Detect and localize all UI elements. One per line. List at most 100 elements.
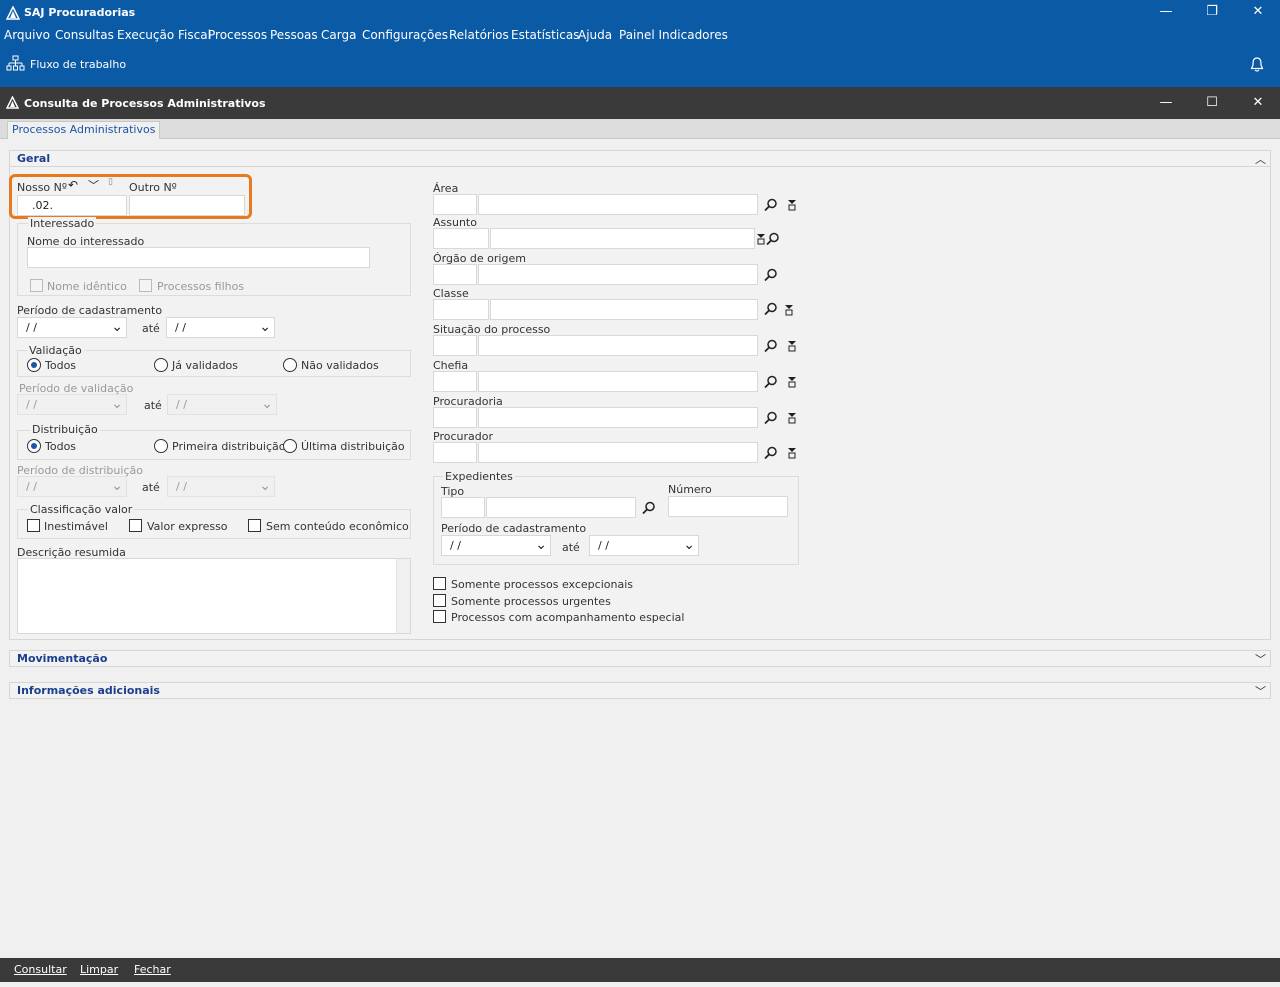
menu-carga[interactable]: Carga <box>321 28 356 42</box>
fechar-button[interactable]: Fechar <box>134 963 171 976</box>
tipo-desc-input[interactable] <box>486 497 636 518</box>
procuradoria-desc-input[interactable] <box>478 407 758 428</box>
menu-pessoas[interactable]: Pessoas <box>270 28 318 42</box>
orgao-origem-code-input[interactable] <box>433 264 477 285</box>
area-list-icon[interactable] <box>787 199 797 211</box>
inestimavel-checkbox[interactable] <box>27 519 40 532</box>
menu-processos[interactable]: Processos <box>208 28 267 42</box>
urgentes-label: Somente processos urgentes <box>451 595 611 608</box>
action-bar: Consultar Limpar Fechar <box>0 958 1280 982</box>
window-close-button[interactable]: ✕ <box>1247 93 1269 113</box>
distribuicao-todos-radio[interactable] <box>27 439 41 453</box>
validacao-nao-validados-radio[interactable] <box>283 358 297 372</box>
numero-input[interactable] <box>668 496 788 517</box>
validacao-todos-radio[interactable] <box>27 358 41 372</box>
procurador-search-icon[interactable] <box>764 446 778 460</box>
chefia-search-icon[interactable] <box>764 375 778 389</box>
cadastramento-from-dropdown[interactable]: / / ⌄ <box>17 317 127 338</box>
chevron-down-icon[interactable]: ﹀ <box>1255 651 1266 667</box>
excepcionais-checkbox[interactable] <box>433 577 446 590</box>
workflow-button[interactable]: Fluxo de trabalho <box>30 58 126 71</box>
menu-estatisticas[interactable]: Estatísticas <box>511 28 579 42</box>
descricao-resumida-textarea[interactable] <box>17 558 411 634</box>
procurador-code-input[interactable] <box>433 442 477 463</box>
assunto-list-icon[interactable] <box>756 233 766 245</box>
valor-expresso-checkbox[interactable] <box>129 519 142 532</box>
highlight-box <box>9 174 252 219</box>
minimize-button[interactable]: — <box>1155 2 1177 22</box>
assunto-code-input[interactable] <box>433 228 489 249</box>
limpar-button[interactable]: Limpar <box>80 963 118 976</box>
chefia-list-icon[interactable] <box>787 376 797 388</box>
validacao-to-dropdown[interactable]: / / ⌄ <box>167 394 277 415</box>
situacao-search-icon[interactable] <box>764 339 778 353</box>
procurador-list-icon[interactable] <box>787 447 797 459</box>
procuradoria-list-icon[interactable] <box>787 412 797 424</box>
distribuicao-from-dropdown[interactable]: / / ⌄ <box>17 476 127 497</box>
section-informacoes-header[interactable]: Informações adicionais ﹀ <box>9 682 1271 699</box>
nome-identico-checkbox[interactable] <box>30 279 43 292</box>
section-geral-header[interactable]: Geral ︿ <box>9 150 1271 167</box>
menu-painel-indicadores[interactable]: Painel Indicadores <box>619 28 728 42</box>
validacao-ja-validados-radio[interactable] <box>154 358 168 372</box>
orgao-origem-desc-input[interactable] <box>478 264 758 285</box>
window-minimize-button[interactable]: — <box>1155 93 1177 113</box>
classificacao-group-label: Classificação valor <box>28 503 135 516</box>
procuradoria-search-icon[interactable] <box>764 411 778 425</box>
acompanhamento-checkbox[interactable] <box>433 610 446 623</box>
menu-execucao-fiscal[interactable]: Execução Fiscal <box>117 28 211 42</box>
assunto-search-icon[interactable] <box>766 232 780 246</box>
area-desc-input[interactable] <box>478 194 758 215</box>
menu-configuracoes[interactable]: Configurações <box>362 28 448 42</box>
section-movimentacao-header[interactable]: Movimentação ﹀ <box>9 650 1271 667</box>
classe-search-icon[interactable] <box>764 302 778 316</box>
tipo-code-input[interactable] <box>441 497 485 518</box>
procuradoria-code-input[interactable] <box>433 407 477 428</box>
processos-filhos-checkbox[interactable] <box>139 279 152 292</box>
distribuicao-primeira-radio[interactable] <box>154 439 168 453</box>
menu-consultas[interactable]: Consultas <box>55 28 114 42</box>
exp-periodo-from-dropdown[interactable]: / / ⌄ <box>441 535 551 556</box>
expedientes-group-label: Expedientes <box>443 470 515 483</box>
textarea-scrollbar[interactable] <box>396 559 410 633</box>
numero-label: Número <box>668 483 712 496</box>
bell-icon[interactable] <box>1250 56 1264 73</box>
close-app-button[interactable]: ✕ <box>1247 2 1269 22</box>
area-code-input[interactable] <box>433 194 477 215</box>
chevron-up-icon[interactable]: ︿ <box>1255 151 1266 167</box>
validacao-from-dropdown[interactable]: / / ⌄ <box>17 394 127 415</box>
nome-interessado-input[interactable] <box>27 247 370 268</box>
cadastramento-to-dropdown[interactable]: / / ⌄ <box>166 317 275 338</box>
distribuicao-to-dropdown[interactable]: / / ⌄ <box>167 476 275 497</box>
situacao-code-input[interactable] <box>433 335 477 356</box>
validacao-ja-validados-label: Já validados <box>172 359 239 372</box>
tab-processos-administrativos[interactable]: Processos Administrativos <box>7 121 161 139</box>
ate-label: até <box>142 481 160 494</box>
menu-relatorios[interactable]: Relatórios <box>449 28 509 42</box>
distribuicao-ultima-radio[interactable] <box>283 439 297 453</box>
chevron-down-icon[interactable]: ﹀ <box>1255 683 1266 699</box>
tab-strip: Processos Administrativos <box>0 119 1280 139</box>
consultar-button[interactable]: Consultar <box>14 963 67 976</box>
urgentes-checkbox[interactable] <box>433 594 446 607</box>
classe-list-icon[interactable] <box>784 304 794 316</box>
restore-button[interactable]: ❐ <box>1201 2 1223 22</box>
classe-code-input[interactable] <box>433 299 489 320</box>
processos-filhos-label: Processos filhos <box>157 280 245 293</box>
situacao-list-icon[interactable] <box>787 340 797 352</box>
procurador-desc-input[interactable] <box>478 442 758 463</box>
window-maximize-button[interactable]: ☐ <box>1201 93 1223 113</box>
chefia-code-input[interactable] <box>433 371 477 392</box>
classe-desc-input[interactable] <box>490 299 758 320</box>
assunto-desc-input[interactable] <box>490 228 755 249</box>
chefia-desc-input[interactable] <box>478 371 758 392</box>
menu-arquivo[interactable]: Arquivo <box>4 28 50 42</box>
tipo-search-icon[interactable] <box>642 501 656 515</box>
situacao-desc-input[interactable] <box>478 335 758 356</box>
exp-periodo-to-dropdown[interactable]: / / ⌄ <box>589 535 699 556</box>
area-search-icon[interactable] <box>764 198 778 212</box>
date-value: / / <box>26 398 37 411</box>
menu-ajuda[interactable]: Ajuda <box>578 28 612 42</box>
sem-conteudo-checkbox[interactable] <box>248 519 261 532</box>
orgao-origem-search-icon[interactable] <box>764 268 778 282</box>
